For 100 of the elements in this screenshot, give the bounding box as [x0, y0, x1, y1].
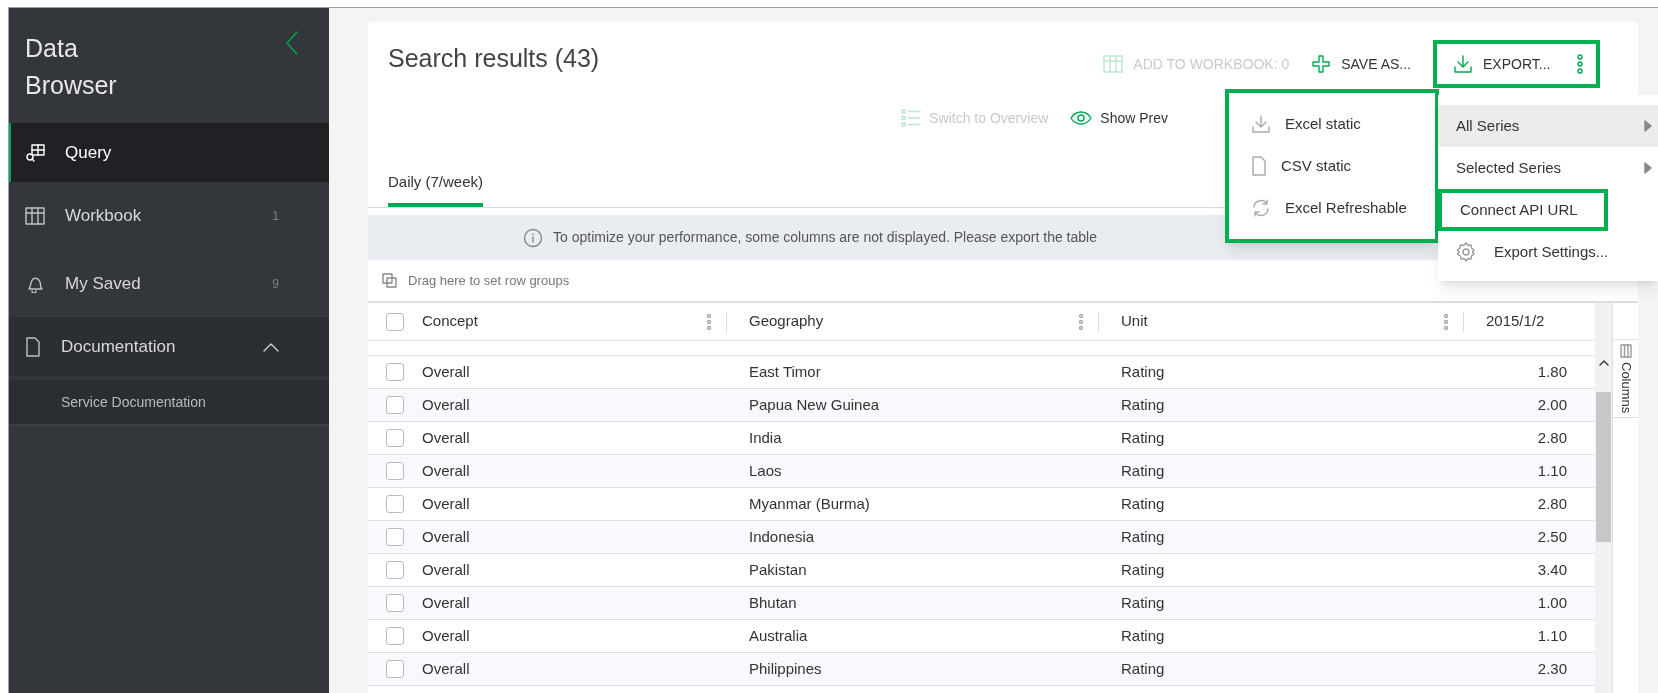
table-search-icon	[25, 143, 45, 162]
table-cell-text: Overall	[422, 493, 470, 514]
group-hint: Drag here to set row groups	[408, 271, 570, 290]
bell-icon	[25, 274, 45, 293]
scrollbar-thumb[interactable]	[1596, 392, 1611, 542]
table-cell-text: Laos	[749, 460, 782, 481]
download-icon	[1251, 114, 1271, 134]
more-vertical-icon	[1443, 312, 1449, 331]
table-cell-text: Papua New Guinea	[749, 394, 880, 415]
sidebar-item[interactable]: Documentation	[9, 317, 329, 376]
submenu-item[interactable]: CSV static	[1251, 148, 1435, 184]
chevron-up-icon[interactable]	[263, 341, 279, 352]
table-cell-text: Rating	[1121, 559, 1165, 580]
table-cell-text: 1.00	[1537, 592, 1567, 613]
list-icon	[901, 109, 922, 127]
caret-right-icon	[1644, 120, 1652, 132]
table-cell-text: 2.00	[1537, 394, 1567, 415]
table-cell-text: Philippines	[749, 658, 822, 679]
table-cell-text: Rating	[1121, 592, 1165, 613]
document-icon	[1251, 156, 1267, 176]
row-checkbox[interactable]	[386, 660, 404, 678]
grid-icon	[25, 207, 45, 225]
table-cell-text: Bhutan	[749, 592, 797, 613]
table-cell-text: 2.80	[1537, 427, 1567, 448]
column-header[interactable]: Unit	[1121, 310, 1443, 333]
table-cell-text: 1.80	[1537, 361, 1567, 382]
row-checkbox[interactable]	[386, 462, 404, 480]
columns-icon	[1620, 344, 1632, 358]
row-checkbox[interactable]	[386, 429, 404, 447]
app-title: Data Browser	[25, 33, 118, 101]
table-cell-text: Overall	[422, 460, 470, 481]
scrollbar[interactable]	[1595, 303, 1612, 693]
table-cell-text: India	[749, 427, 782, 448]
menu-item[interactable]: Selected Series	[1438, 147, 1658, 189]
chevron-left-icon[interactable]	[285, 30, 299, 56]
more-vertical-icon	[706, 312, 712, 331]
row-checkbox[interactable]	[386, 594, 404, 612]
table-cell-text: Rating	[1121, 361, 1165, 382]
row-checkbox[interactable]	[386, 528, 404, 546]
item-count: 1	[272, 208, 279, 225]
submenu-item[interactable]: Excel static	[1251, 106, 1435, 142]
menu-item[interactable]: Connect API URL	[1438, 189, 1608, 231]
info-icon	[523, 227, 543, 248]
table-cell-text: Overall	[422, 625, 470, 646]
table-cell-text: Indonesia	[749, 526, 815, 547]
view-action-button[interactable]: Show Prev	[1070, 107, 1168, 129]
table-cell-text: Australia	[749, 625, 808, 646]
banner-text: To optimize your performance, some columns are not displayed. Please export the table	[553, 228, 1097, 247]
chevron-up-icon	[1598, 359, 1609, 366]
table-cell-text: Myanmar (Burma)	[749, 493, 870, 514]
document-icon	[25, 336, 41, 357]
table-cell-text: Rating	[1121, 526, 1165, 547]
copy-icon	[382, 272, 398, 289]
table-cell-text: 2.50	[1537, 526, 1567, 547]
table-cell-text: 3.40	[1537, 559, 1567, 580]
eye-icon	[1070, 110, 1093, 126]
table-cell-text: Overall	[422, 427, 470, 448]
row-checkbox[interactable]	[386, 627, 404, 645]
tab[interactable]: Daily (7/week)	[388, 170, 484, 207]
row-checkbox[interactable]	[386, 495, 404, 513]
table-cell-text: Rating	[1121, 460, 1165, 481]
row-checkbox[interactable]	[386, 396, 404, 414]
table-cell-text: Rating	[1121, 493, 1165, 514]
toolbar-button[interactable]: EXPORT...	[1433, 40, 1600, 88]
table-cell-text: Rating	[1121, 625, 1165, 646]
table-cell-text: Overall	[422, 559, 470, 580]
table-cell-text: Rating	[1121, 658, 1165, 679]
table-cell-text: Rating	[1121, 427, 1165, 448]
grid-icon	[1103, 55, 1124, 73]
refresh-icon	[1251, 198, 1271, 218]
column-header[interactable]: Geography	[749, 310, 1078, 333]
menu-item[interactable]: Export Settings...	[1438, 231, 1658, 273]
more-vertical-icon	[1078, 312, 1084, 331]
table-cell-text: Overall	[422, 361, 470, 382]
table-cell-text: Overall	[422, 658, 470, 679]
column-header[interactable]: Concept	[422, 310, 706, 333]
row-checkbox[interactable]	[386, 561, 404, 579]
submenu-item[interactable]: Excel Refreshable	[1251, 190, 1435, 226]
table-cell-text: 1.10	[1537, 460, 1567, 481]
row-checkbox[interactable]	[386, 363, 404, 381]
table-cell-text: East Timor	[749, 361, 821, 382]
sidebar-subitem[interactable]: Service Documentation	[9, 380, 329, 426]
table-cell-text: Overall	[422, 394, 470, 415]
table-cell-text: Overall	[422, 592, 470, 613]
download-icon	[1453, 54, 1473, 74]
sidebar-item[interactable]: Workbook 1	[9, 182, 329, 250]
table-cell-text: 1.10	[1537, 625, 1567, 646]
select-all-checkbox[interactable]	[386, 312, 404, 331]
menu-item[interactable]: All Series	[1438, 105, 1658, 147]
table-cell-text: 2.80	[1537, 493, 1567, 514]
gear-icon	[1456, 242, 1476, 262]
table-cell-text: Rating	[1121, 394, 1165, 415]
page-title: Search results (43)	[388, 43, 600, 74]
toolbar-button[interactable]: SAVE AS...	[1311, 40, 1411, 88]
sidebar-item[interactable]: My Saved 9	[9, 250, 329, 317]
table-cell-text: 2.30	[1537, 658, 1567, 679]
sidebar-item[interactable]: Query	[9, 123, 329, 182]
columns-panel-tab[interactable]: Columns	[1613, 339, 1638, 419]
caret-right-icon	[1644, 162, 1652, 174]
column-header[interactable]: 2015/1/2	[1486, 310, 1595, 333]
